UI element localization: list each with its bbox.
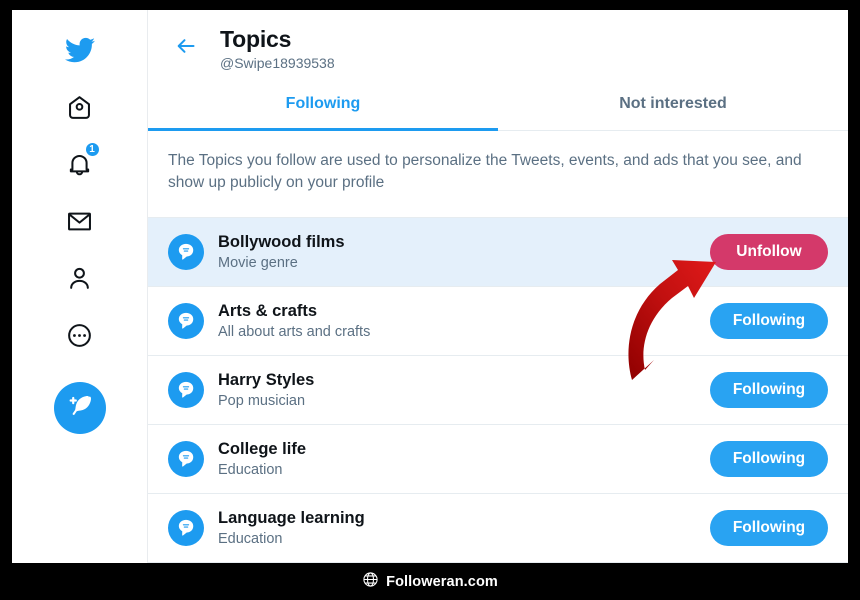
compose-tweet-button[interactable]: [53, 382, 106, 434]
table-row[interactable]: Arts & crafts All about arts and crafts …: [148, 286, 848, 356]
following-button[interactable]: Following: [710, 371, 828, 408]
topic-name: Arts & crafts: [218, 301, 318, 320]
topic-icon: [168, 509, 204, 546]
watermark-bar: Followeran.com: [0, 563, 860, 600]
back-button[interactable]: [168, 30, 204, 66]
home-icon: [66, 94, 93, 121]
arrow-left-icon: [174, 34, 198, 63]
topic-description: Education: [218, 462, 283, 479]
notification-badge: 1: [83, 141, 101, 158]
topic-text: College life Education: [218, 439, 710, 480]
person-icon: [66, 265, 93, 292]
following-button[interactable]: Following: [710, 440, 828, 477]
topic-list: Bollywood films Movie genre Unfollow Art…: [148, 217, 848, 563]
topic-name: Language learning: [218, 508, 365, 527]
screenshot-root: 1 Topics @Swipe18939538 Following Not in…: [0, 0, 860, 600]
table-row[interactable]: College life Education Following: [148, 424, 848, 494]
page-header: Topics @Swipe18939538: [148, 10, 848, 77]
left-sidebar-nav: 1: [12, 10, 148, 563]
tab-following[interactable]: Following: [148, 77, 498, 131]
following-button[interactable]: Following: [710, 302, 828, 339]
envelope-icon: [66, 208, 93, 235]
unfollow-button[interactable]: Unfollow: [710, 233, 828, 270]
more-dots-icon: [66, 322, 93, 349]
topic-description: Movie genre: [218, 255, 298, 272]
feather-plus-icon: [66, 392, 94, 425]
topic-icon: [168, 440, 204, 477]
sidebar-item-messages[interactable]: [54, 195, 106, 247]
table-row[interactable]: Bollywood films Movie genre Unfollow: [148, 217, 848, 287]
twitter-bird-icon: [64, 35, 95, 65]
sidebar-item-twitter-logo[interactable]: [54, 24, 106, 76]
topic-text: Harry Styles Pop musician: [218, 370, 710, 411]
table-row[interactable]: Language learning Education Following: [148, 493, 848, 563]
table-row[interactable]: Harry Styles Pop musician Following: [148, 355, 848, 425]
sidebar-item-notifications[interactable]: 1: [54, 138, 106, 190]
topics-description: The Topics you follow are used to person…: [148, 131, 848, 218]
topic-text: Arts & crafts All about arts and crafts: [218, 301, 710, 342]
watermark-text: Followeran.com: [386, 573, 498, 590]
topic-icon: [168, 233, 204, 270]
tab-bar: Following Not interested: [148, 77, 848, 131]
topic-description: Pop musician: [218, 393, 306, 410]
following-button[interactable]: Following: [710, 509, 828, 546]
tab-not-interested-label: Not interested: [619, 94, 727, 112]
sidebar-item-profile[interactable]: [54, 252, 106, 304]
page-title: Topics: [220, 26, 292, 52]
topic-icon: [168, 302, 204, 339]
sidebar-item-more[interactable]: [54, 309, 106, 361]
topic-name: College life: [218, 439, 307, 458]
tab-not-interested[interactable]: Not interested: [498, 77, 848, 130]
tab-following-label: Following: [285, 94, 361, 112]
topic-name: Bollywood films: [218, 232, 345, 251]
topic-text: Bollywood films Movie genre: [218, 232, 710, 273]
topic-icon: [168, 371, 204, 408]
topic-name: Harry Styles: [218, 370, 315, 389]
sidebar-item-home[interactable]: [54, 81, 106, 133]
header-text-block: Topics @Swipe18939538: [220, 26, 335, 72]
account-handle: @Swipe18939538: [220, 55, 335, 72]
globe-icon: [362, 571, 379, 593]
topic-description: Education: [218, 531, 283, 548]
twitter-app-window: 1 Topics @Swipe18939538 Following Not in…: [12, 10, 848, 563]
topic-description: All about arts and crafts: [218, 324, 371, 341]
topic-text: Language learning Education: [218, 508, 710, 549]
main-content-column: Topics @Swipe18939538 Following Not inte…: [148, 10, 848, 563]
